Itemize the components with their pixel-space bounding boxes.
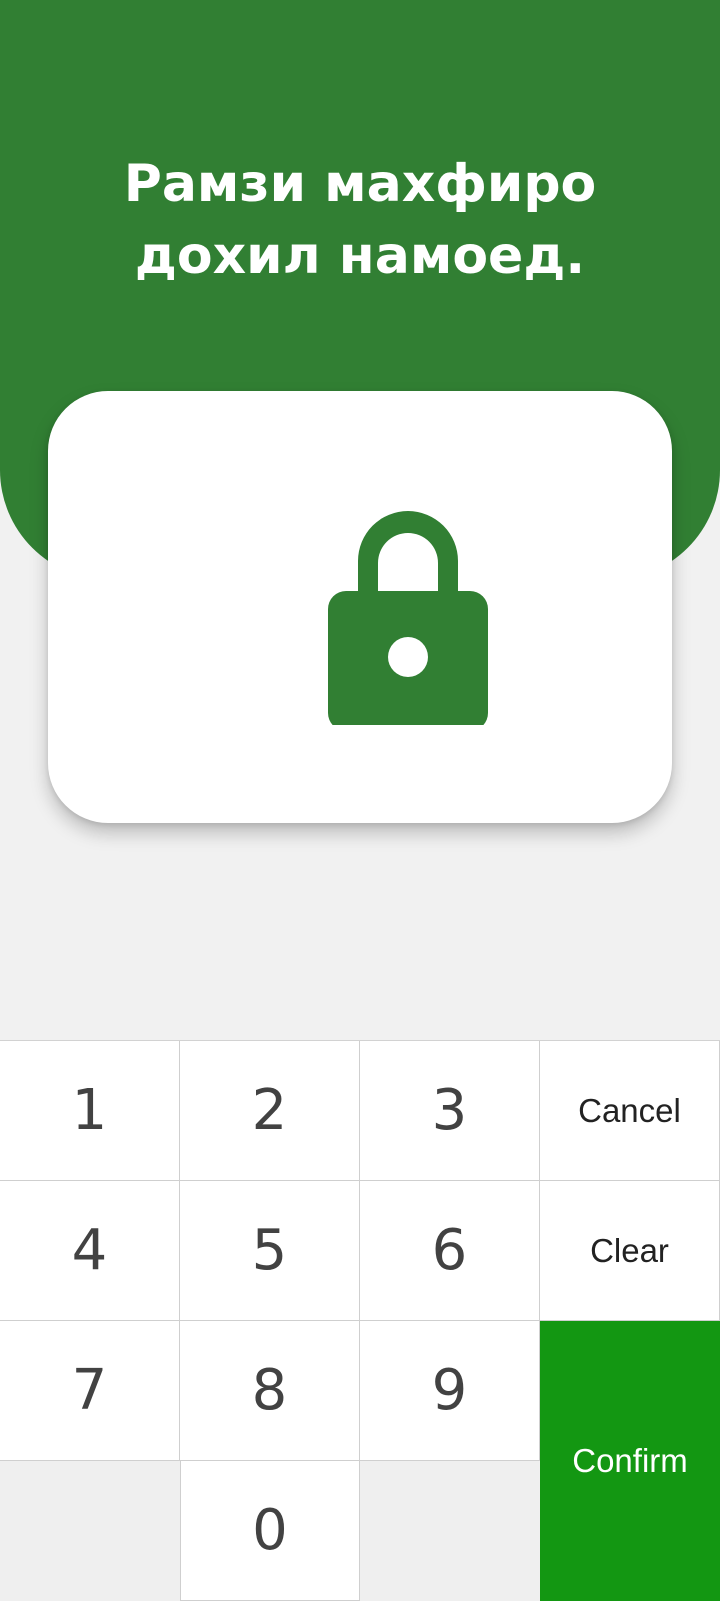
key-3[interactable]: 3 bbox=[360, 1041, 540, 1181]
key-6[interactable]: 6 bbox=[360, 1181, 540, 1321]
clear-button[interactable]: Clear bbox=[540, 1181, 720, 1321]
lock-icon bbox=[328, 511, 488, 725]
keypad-blank-right bbox=[360, 1461, 540, 1601]
key-0[interactable]: 0 bbox=[180, 1461, 360, 1601]
key-4[interactable]: 4 bbox=[0, 1181, 180, 1321]
page-title: Рамзи махфиро дохил намоед. bbox=[0, 148, 720, 292]
key-1[interactable]: 1 bbox=[0, 1041, 180, 1181]
title-line-2: дохил намоед. bbox=[134, 226, 586, 286]
key-7[interactable]: 7 bbox=[0, 1321, 180, 1461]
lock-card bbox=[48, 391, 672, 823]
key-8[interactable]: 8 bbox=[180, 1321, 360, 1461]
title-line-1: Рамзи махфиро bbox=[123, 154, 597, 214]
key-9[interactable]: 9 bbox=[360, 1321, 540, 1461]
key-2[interactable]: 2 bbox=[180, 1041, 360, 1181]
cancel-button[interactable]: Cancel bbox=[540, 1041, 720, 1181]
confirm-button[interactable]: Confirm bbox=[540, 1321, 720, 1601]
pin-keypad: 1 2 3 Cancel 4 5 6 Clear 7 8 9 Confirm 0 bbox=[0, 1040, 720, 1601]
keypad-blank-left bbox=[0, 1461, 180, 1601]
key-5[interactable]: 5 bbox=[180, 1181, 360, 1321]
